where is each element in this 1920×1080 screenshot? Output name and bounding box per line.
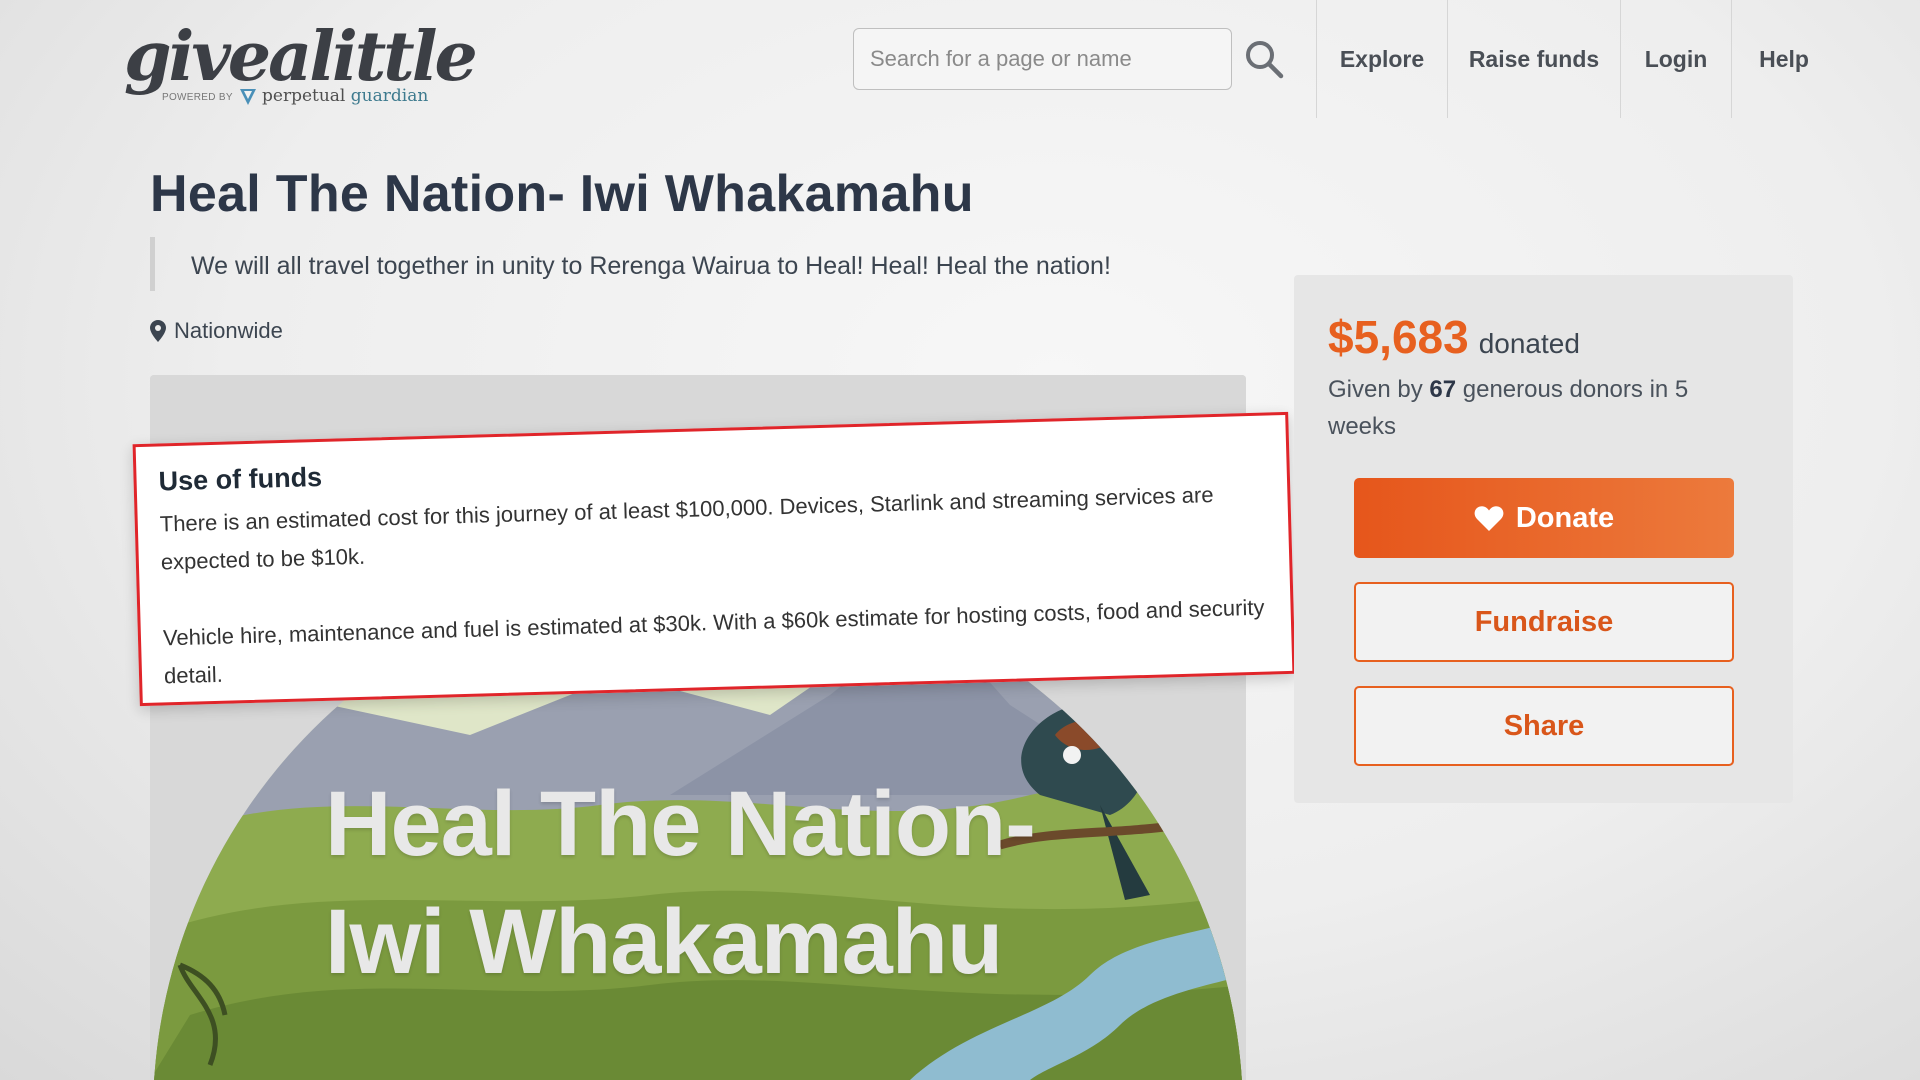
perpetual-guardian-icon [240,89,256,105]
page-title: Heal The Nation- Iwi Whakamahu [150,165,974,223]
top-nav: Explore Raise funds Login Help [1316,0,1836,118]
image-caption-line1: Heal The Nation- [325,773,1036,875]
logo[interactable]: givealittle POWERED BY perpetual guardia… [124,14,478,106]
page-tagline: We will all travel together in unity to … [150,237,1111,291]
donate-button[interactable]: Donate [1354,478,1734,558]
nav-login[interactable]: Login [1620,0,1731,118]
share-button[interactable]: Share [1354,686,1734,766]
heart-icon [1474,506,1504,531]
donor-summary-prefix: Given by [1328,376,1423,403]
donor-count: 67 [1429,376,1457,403]
logo-powered-by: POWERED BY [162,92,233,103]
location-text: Nationwide [174,318,283,343]
donate-button-label: Donate [1515,501,1615,534]
use-of-funds-callout: Use of funds There is an estimated cost … [132,411,1296,707]
nav-raise-funds[interactable]: Raise funds [1447,0,1620,118]
image-caption: Heal The Nation- Iwi Whakamahu [325,765,1036,1001]
donated-amount-value: $5,683 [1328,311,1469,363]
nav-explore[interactable]: Explore [1316,0,1447,118]
search-input[interactable] [853,28,1232,90]
donated-amount: $5,683 donated [1328,310,1580,364]
image-caption-line2: Iwi Whakamahu [325,891,1003,993]
donation-panel: $5,683 donated Given by 67 generous dono… [1294,275,1793,803]
fundraise-button[interactable]: Fundraise [1354,582,1734,662]
donated-amount-label: donated [1478,328,1580,359]
search-icon[interactable] [1243,38,1285,80]
donor-summary: Given by 67 generous donors in 5 weeks [1328,371,1748,445]
map-pin-icon [150,320,166,342]
logo-partner-text: perpetual guardian [262,86,429,106]
nav-help[interactable]: Help [1731,0,1836,118]
location: Nationwide [150,318,283,344]
